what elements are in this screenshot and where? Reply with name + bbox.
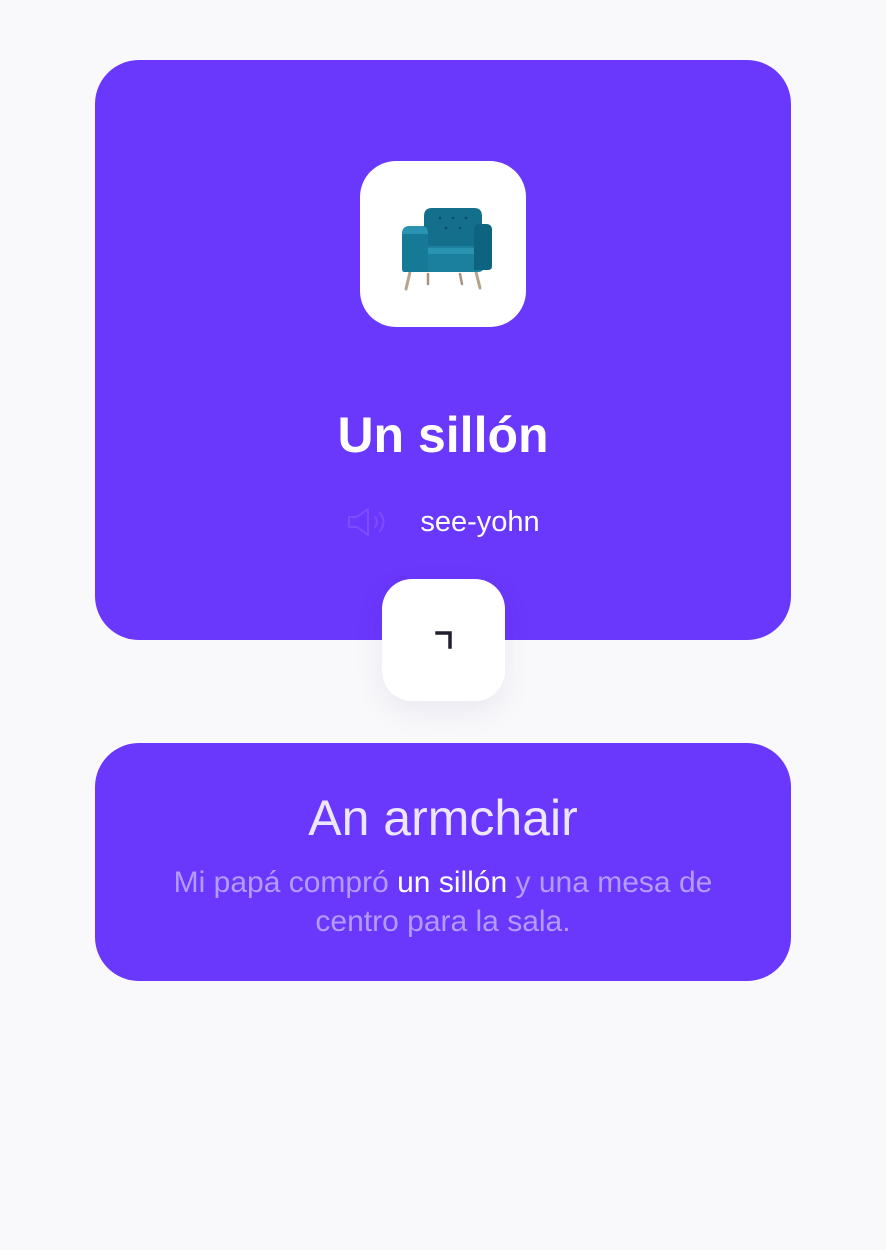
word-image-tile (360, 161, 526, 327)
word-card: Un sillón see-yohn (95, 60, 791, 640)
flip-button[interactable] (382, 579, 505, 701)
pronunciation-row: see-yohn (95, 500, 791, 544)
example-sentence: Mi papá compró un sillón y una mesa de c… (155, 863, 731, 941)
translation-card: An armchair Mi papá compró un sillón y u… (95, 743, 791, 981)
example-text-before: Mi papá compró (173, 866, 398, 899)
word-title: Un sillón (337, 407, 549, 463)
armchair-image (402, 208, 492, 291)
flip-icon (434, 631, 452, 649)
example-highlight: un sillón (397, 866, 508, 899)
pronunciation-text: see-yohn (420, 506, 540, 538)
speaker-icon[interactable] (346, 504, 392, 540)
translation-text: An armchair (308, 790, 578, 846)
